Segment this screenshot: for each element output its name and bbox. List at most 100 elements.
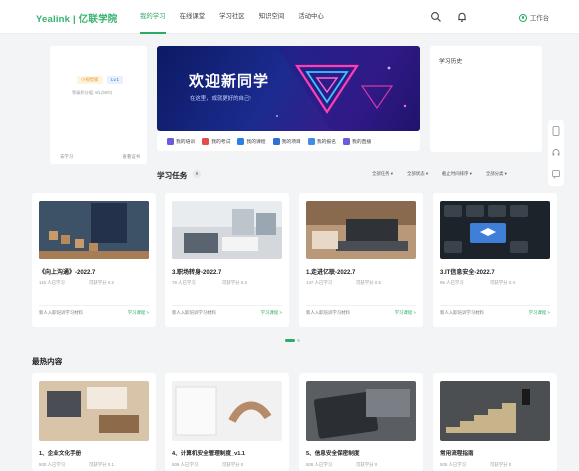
task-category: 新人入职培训学习材料	[306, 309, 350, 315]
level-number-badge: Lv.1	[107, 76, 123, 84]
nav-online-classroom[interactable]: 在线课堂	[173, 0, 213, 34]
welcome-banner[interactable]: 欢迎新同学 在这里，成就更好的自己!	[157, 46, 420, 131]
task-learners: 137 人已学习	[306, 280, 333, 285]
quick-my-live[interactable]: 我的直播	[343, 137, 371, 145]
tasks-count-badge: 8	[193, 170, 201, 178]
hot-credits: 可获学分 0	[356, 462, 378, 467]
nav-activity-center[interactable]: 活动中心	[291, 0, 331, 34]
quick-links: 我的培训 我的考试 我的课程 我的项目 我的报名 我的直播	[157, 131, 420, 151]
hot-title: 常用流程指南	[440, 451, 474, 457]
bell-icon[interactable]	[456, 11, 468, 23]
quick-my-exams[interactable]: 我的考试	[202, 137, 230, 145]
hot-content-card[interactable]: 4、计算机安全管理制度_v1.1 509 人已学习 可获学分 0	[165, 373, 289, 471]
task-category: 新人入职培训学习材料	[39, 309, 83, 315]
banner-title: 欢迎新同学	[189, 73, 270, 90]
project-icon	[272, 137, 280, 145]
nav-knowledge-space[interactable]: 知识空间	[252, 0, 292, 34]
carousel-dot-active[interactable]	[285, 339, 295, 342]
filter-deadline-sort[interactable]: 截止时间排序 ▾	[442, 171, 472, 177]
learn-course-link[interactable]: 学习课程 >	[529, 310, 550, 316]
workspace-button[interactable]: 工作台	[519, 13, 549, 22]
hot-thumbnail	[39, 381, 149, 441]
nav-my-learning[interactable]: 我的学习	[133, 0, 173, 34]
carousel-dot[interactable]	[297, 339, 300, 342]
task-thumbnail	[172, 201, 282, 259]
registration-icon	[307, 137, 315, 145]
task-title: 3.职场转身-2022.7	[172, 270, 222, 276]
hot-title: 5、信息安全保密制度	[306, 451, 360, 457]
task-thumbnail	[39, 201, 149, 259]
hot-thumbnail	[440, 381, 550, 441]
quick-my-training[interactable]: 我的培训	[167, 137, 195, 145]
main-nav: 我的学习 在线课堂 学习社区 知识空间 活动中心	[133, 0, 331, 34]
level-badge: 小视觉家	[77, 76, 103, 84]
feedback-icon[interactable]	[552, 170, 560, 179]
task-thumbnail	[306, 201, 416, 259]
view-certificates-link[interactable]: 查看证书	[122, 154, 140, 160]
hot-content-card[interactable]: 1、企业文化手册 500 人已学习 可获学分 0.1	[32, 373, 156, 471]
task-footer: 新人入职培训学习材料 学习课程 >	[306, 305, 416, 319]
right-float-toolbar	[548, 120, 564, 186]
filter-all-tasks[interactable]: 全部任务 ▾	[372, 171, 393, 177]
course-icon	[237, 137, 245, 145]
filter-all-categories[interactable]: 全部分类 ▾	[486, 171, 507, 177]
task-footer: 新人入职培训学习材料 学习课程 >	[39, 305, 149, 319]
quick-my-projects[interactable]: 我的项目	[272, 137, 301, 145]
nav-learning-community[interactable]: 学习社区	[212, 0, 252, 34]
learn-course-link[interactable]: 学习课程 >	[128, 310, 149, 316]
task-learners: 78 人已学习	[172, 280, 196, 285]
profile-card	[50, 46, 147, 164]
exam-icon	[202, 137, 210, 145]
hot-content-card[interactable]: 常用流程指南 505 人已学习 可获学分 0	[433, 373, 557, 471]
hot-credits: 可获学分 0	[222, 462, 244, 467]
hot-title: 4、计算机安全管理制度_v1.1	[172, 451, 246, 457]
hot-credits: 可获学分 0	[490, 462, 512, 467]
task-credits: 可获学分 0.5	[356, 280, 381, 285]
quick-my-registrations[interactable]: 我的报名	[307, 137, 336, 145]
task-credits: 可获学分 0.4	[490, 280, 515, 285]
task-category: 新人入职培训学习材料	[440, 309, 484, 315]
hot-learners: 505 人已学习	[440, 462, 467, 467]
profile-links: 去学习 查看证书	[60, 154, 140, 160]
learn-course-link[interactable]: 学习课程 >	[395, 310, 416, 316]
task-footer: 新人入职培训学习材料 学习课程 >	[172, 305, 282, 319]
filter-all-status[interactable]: 全部状态 ▾	[407, 171, 428, 177]
tasks-section-title: 学习任务	[157, 171, 188, 180]
task-category: 新人入职培训学习材料	[172, 309, 216, 315]
task-thumbnail	[440, 201, 550, 259]
learn-course-link[interactable]: 学习课程 >	[261, 310, 282, 316]
hot-section-title: 最热内容	[32, 357, 63, 366]
training-icon	[167, 137, 174, 145]
task-title: 3.IT信息安全-2022.7	[440, 270, 495, 276]
profile-points: 等级积分值: 8/L(50/0)	[72, 90, 113, 95]
learning-history-card: 学习历史	[430, 46, 542, 152]
task-card[interactable]: 3.IT信息安全-2022.7 96 人已学习 可获学分 0.4 新人入职培训学…	[433, 193, 557, 327]
hot-credits: 可获学分 0.1	[89, 462, 114, 467]
workspace-label: 工作台	[530, 15, 550, 22]
hot-content-card[interactable]: 5、信息安全保密制度 508 人已学习 可获学分 0	[299, 373, 423, 471]
task-credits: 可获学分 0.2	[222, 280, 247, 285]
task-title: 《向上沟通》-2022.7	[39, 270, 96, 276]
quick-my-courses[interactable]: 我的课程	[237, 137, 266, 145]
live-icon	[343, 137, 351, 145]
task-card[interactable]: 3.职场转身-2022.7 78 人已学习 可获学分 0.2 新人入职培训学习材…	[165, 193, 289, 327]
history-title: 学习历史	[439, 59, 463, 65]
top-navigation-bar: Yealink | 亿联学院 我的学习 在线课堂 学习社区 知识空间 活动中心 …	[0, 0, 579, 34]
hot-thumbnail	[172, 381, 282, 441]
hot-thumbnail	[306, 381, 416, 441]
go-learn-link[interactable]: 去学习	[60, 154, 73, 160]
banner-subtitle: 在这里，成就更好的自己!	[190, 96, 251, 102]
workspace-icon	[519, 13, 527, 22]
task-card[interactable]: 1.走进亿联-2022.7 137 人已学习 可获学分 0.5 新人入职培训学习…	[299, 193, 423, 327]
search-icon[interactable]	[430, 11, 442, 23]
hot-learners: 509 人已学习	[172, 462, 199, 467]
headset-icon[interactable]	[552, 148, 560, 157]
task-title: 1.走进亿联-2022.7	[306, 270, 356, 276]
yealink-logo[interactable]: Yealink | 亿联学院	[36, 11, 117, 25]
task-learners: 96 人已学习	[440, 280, 464, 285]
task-card[interactable]: 《向上沟通》-2022.7 115 人已学习 可获学分 0.2 新人入职培训学习…	[32, 193, 156, 327]
task-learners: 115 人已学习	[39, 280, 65, 285]
task-filters: 全部任务 ▾ 全部状态 ▾ 截止时间排序 ▾ 全部分类 ▾	[372, 171, 507, 177]
phone-icon[interactable]	[552, 126, 560, 136]
hot-title: 1、企业文化手册	[39, 451, 82, 457]
